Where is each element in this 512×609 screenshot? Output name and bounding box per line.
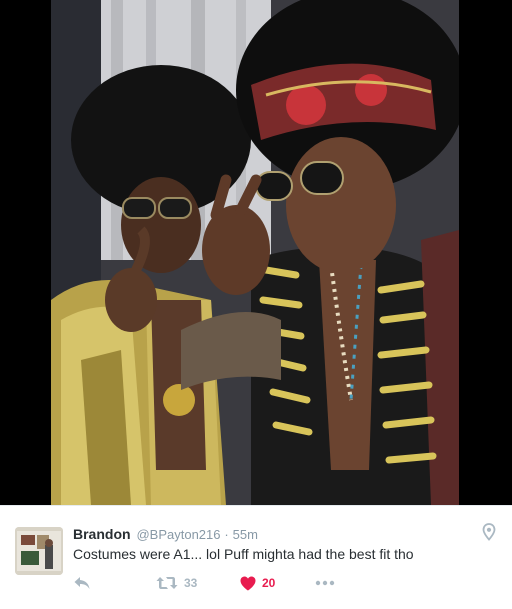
more-icon	[315, 580, 335, 586]
heart-icon	[240, 576, 256, 590]
location-pin-icon[interactable]	[481, 523, 497, 541]
more-options-button[interactable]	[315, 573, 335, 593]
reply-button[interactable]	[73, 573, 91, 593]
tweet-header: Brandon @BPayton216 · 55m	[73, 525, 258, 544]
reply-icon	[74, 577, 90, 589]
tweet-media-frame	[0, 0, 512, 505]
user-handle[interactable]: @BPayton216	[136, 527, 220, 542]
retweet-button[interactable]: 33	[156, 573, 197, 593]
tweet-text: Costumes were A1... lol Puff mighta had …	[73, 546, 414, 562]
tweet-card: Brandon @BPayton216 · 55m Costumes were …	[0, 505, 512, 609]
tweet-actions: 33 20	[73, 573, 373, 593]
retweet-icon	[156, 577, 178, 589]
like-button[interactable]: 20	[240, 573, 275, 593]
costume-photo-illustration	[51, 0, 459, 505]
display-name[interactable]: Brandon	[73, 526, 131, 542]
avatar[interactable]	[15, 527, 63, 575]
retweet-count: 33	[184, 576, 198, 590]
separator-dot: ·	[224, 527, 229, 542]
like-count: 20	[262, 576, 276, 590]
avatar-image	[15, 527, 63, 575]
tweet-photo[interactable]	[51, 0, 459, 505]
timestamp[interactable]: 55m	[233, 527, 258, 542]
